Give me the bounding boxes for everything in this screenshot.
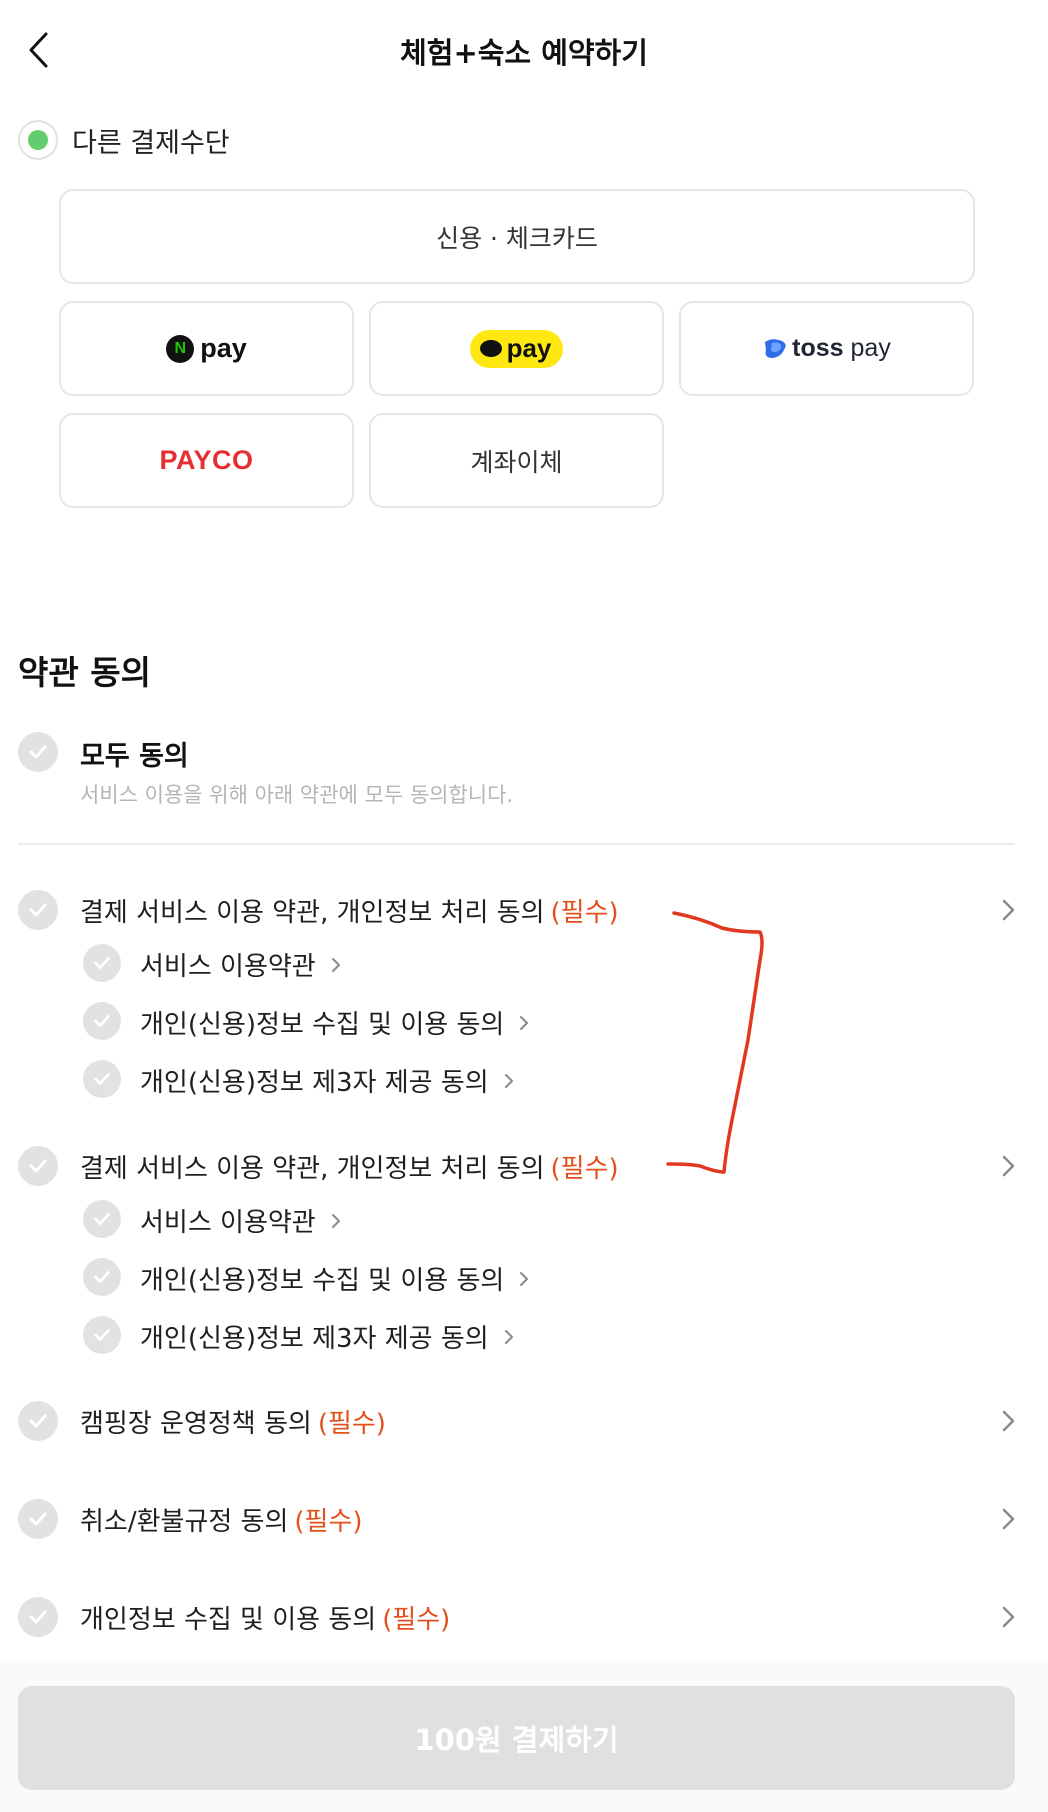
tosspay-logo: toss pay bbox=[762, 334, 891, 363]
group2-label[interactable]: 결제 서비스 이용 약관, 개인정보 처리 동의 (필수) bbox=[80, 1148, 619, 1185]
group1-sub1-label[interactable]: 서비스 이용약관 bbox=[140, 946, 342, 983]
agree-all-label[interactable]: 모두 동의 bbox=[80, 734, 189, 773]
header: 체험+숙소 예약하기 bbox=[0, 0, 1048, 100]
chevron-right-icon bbox=[504, 1329, 513, 1344]
chevron-right-icon bbox=[331, 957, 340, 972]
speech-bubble-icon bbox=[479, 340, 502, 357]
divider bbox=[18, 843, 1015, 845]
card-payment-label: 신용 · 체크카드 bbox=[436, 223, 598, 253]
privacy-consent-label[interactable]: 개인정보 수집 및 이용 동의 (필수) bbox=[80, 1599, 450, 1636]
check-icon bbox=[94, 1073, 110, 1085]
group2-sub2-label[interactable]: 개인(신용)정보 수집 및 이용 동의 bbox=[140, 1260, 530, 1297]
check-icon bbox=[29, 1512, 47, 1526]
chevron-right-icon bbox=[504, 1073, 513, 1088]
payco-button[interactable]: PAYCO bbox=[59, 413, 354, 508]
check-icon bbox=[94, 1329, 110, 1341]
chevron-right-icon[interactable] bbox=[998, 1603, 1018, 1631]
submit-payment-button[interactable]: 100원 결제하기 bbox=[18, 1686, 1015, 1790]
chevron-right-icon bbox=[520, 1271, 529, 1286]
bank-transfer-label: 계좌이체 bbox=[470, 447, 563, 477]
chevron-right-icon bbox=[520, 1015, 529, 1030]
bank-transfer-button[interactable]: 계좌이체 bbox=[369, 413, 664, 508]
chevron-right-icon bbox=[331, 1213, 340, 1228]
payment-option-other[interactable]: 다른 결제수단 bbox=[18, 118, 230, 162]
required-tag: (필수) bbox=[382, 1605, 451, 1635]
radio-selected[interactable] bbox=[18, 120, 58, 160]
group1-label[interactable]: 결제 서비스 이용 약관, 개인정보 처리 동의 (필수) bbox=[80, 892, 619, 929]
terms-section-title: 약관 동의 bbox=[18, 653, 151, 692]
check-icon bbox=[94, 1015, 110, 1027]
kakaopay-button[interactable]: pay bbox=[369, 301, 664, 396]
group1-sub1-checkbox[interactable] bbox=[83, 944, 121, 982]
check-icon bbox=[94, 957, 110, 969]
check-icon bbox=[29, 745, 47, 759]
check-icon bbox=[29, 1159, 47, 1173]
group1-sub3-label[interactable]: 개인(신용)정보 제3자 제공 동의 bbox=[140, 1062, 515, 1099]
chevron-right-icon[interactable] bbox=[998, 896, 1018, 924]
required-tag: (필수) bbox=[294, 1507, 363, 1537]
agree-all-description: 서비스 이용을 위해 아래 약관에 모두 동의합니다. bbox=[80, 783, 514, 807]
tosspay-button[interactable]: toss pay bbox=[679, 301, 974, 396]
agree-all-checkbox[interactable] bbox=[18, 732, 58, 772]
check-icon bbox=[94, 1271, 110, 1283]
chevron-right-icon[interactable] bbox=[998, 1407, 1018, 1435]
group1-sub2-label[interactable]: 개인(신용)정보 수집 및 이용 동의 bbox=[140, 1004, 530, 1041]
npay-text: pay bbox=[200, 333, 247, 363]
group2-sub3-checkbox[interactable] bbox=[83, 1316, 121, 1354]
group1-checkbox[interactable] bbox=[18, 890, 58, 930]
check-icon bbox=[94, 1213, 110, 1225]
npay-logo: N pay bbox=[166, 333, 247, 364]
check-icon bbox=[29, 903, 47, 917]
chevron-right-icon[interactable] bbox=[998, 1152, 1018, 1180]
group2-sub1-label[interactable]: 서비스 이용약관 bbox=[140, 1202, 342, 1239]
privacy-consent-checkbox[interactable] bbox=[18, 1597, 58, 1637]
kakaopay-text: pay bbox=[506, 333, 552, 363]
group1-sub2-checkbox[interactable] bbox=[83, 1002, 121, 1040]
npay-button[interactable]: N pay bbox=[59, 301, 354, 396]
group2-sub3-label[interactable]: 개인(신용)정보 제3자 제공 동의 bbox=[140, 1318, 515, 1355]
group1-sub3-checkbox[interactable] bbox=[83, 1060, 121, 1098]
required-tag: (필수) bbox=[317, 1409, 386, 1439]
card-payment-button[interactable]: 신용 · 체크카드 bbox=[59, 189, 975, 284]
chevron-right-icon[interactable] bbox=[998, 1505, 1018, 1533]
radio-dot bbox=[28, 130, 48, 150]
npay-n-icon: N bbox=[166, 334, 195, 363]
tosspay-text: toss pay bbox=[792, 334, 891, 362]
required-tag: (필수) bbox=[550, 1154, 619, 1184]
group2-sub1-checkbox[interactable] bbox=[83, 1200, 121, 1238]
check-icon bbox=[29, 1610, 47, 1624]
camping-policy-label[interactable]: 캠핑장 운영정책 동의 (필수) bbox=[80, 1403, 386, 1440]
page-title: 체험+숙소 예약하기 bbox=[400, 36, 648, 70]
refund-policy-checkbox[interactable] bbox=[18, 1499, 58, 1539]
payment-option-label: 다른 결제수단 bbox=[72, 127, 230, 159]
check-icon bbox=[29, 1414, 47, 1428]
camping-policy-checkbox[interactable] bbox=[18, 1401, 58, 1441]
group2-sub2-checkbox[interactable] bbox=[83, 1258, 121, 1296]
toss-logo-icon bbox=[765, 338, 786, 358]
required-tag: (필수) bbox=[550, 898, 619, 928]
group2-checkbox[interactable] bbox=[18, 1146, 58, 1186]
kakaopay-logo: pay bbox=[469, 329, 564, 368]
payco-logo: PAYCO bbox=[159, 445, 254, 475]
refund-policy-label[interactable]: 취소/환불규정 동의 (필수) bbox=[80, 1501, 363, 1538]
